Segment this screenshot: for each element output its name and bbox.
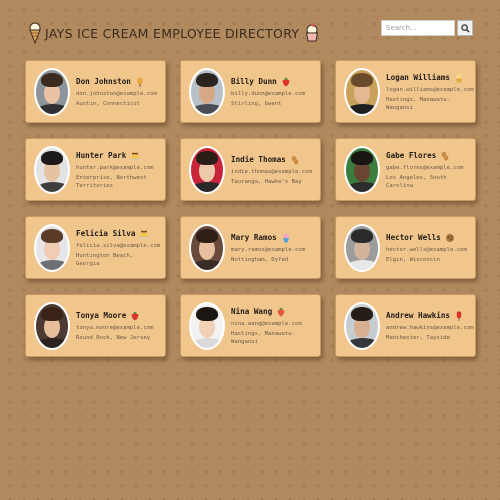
employee-email: gabe.flores@example.com (386, 164, 464, 171)
avatar (344, 145, 380, 194)
employee-location: Round Rock, New Jersey (76, 334, 151, 341)
peanut-icon (441, 151, 449, 160)
cookie-icon (445, 233, 454, 242)
employee-email: don.johnston@example.com (76, 90, 157, 97)
employee-name: Logan Williams (386, 73, 451, 82)
employee-name: Mary Ramos (231, 233, 277, 242)
employee-card[interactable]: Hunter Park hunter.park@example.com Ente… (25, 138, 166, 201)
avatar (189, 223, 225, 272)
avatar (34, 67, 70, 116)
employee-location: Stirling, Gwent (231, 100, 282, 107)
custard-icon (130, 152, 140, 160)
avatar (34, 301, 70, 350)
employee-name: Felicia Silva (76, 229, 136, 238)
employee-card[interactable]: Don Johnston don.johnston@example.com Au… (25, 60, 166, 123)
avatar (34, 145, 70, 194)
sundae-icon (456, 73, 463, 82)
page-title: JAYS ICE CREAM EMPLOYEE DIRECTORY (45, 25, 300, 41)
employee-grid: Don Johnston don.johnston@example.com Au… (25, 60, 476, 357)
search-icon (460, 23, 470, 33)
employee-email: indie.thomas@example.com (231, 168, 312, 175)
employee-name: Hector Wells (386, 233, 441, 242)
search-button[interactable] (457, 20, 473, 36)
peanut-icon (291, 155, 299, 164)
ice-pop-icon (456, 311, 462, 321)
employee-email: hunter.park@example.com (76, 164, 154, 171)
employee-card[interactable]: Mary Ramos mary.ramos@example.com Nottin… (180, 216, 321, 279)
employee-name: Tonya Moore (76, 311, 127, 320)
employee-name: Andrew Hawkins (386, 311, 451, 320)
employee-name: Billy Dunn (231, 77, 277, 86)
avatar (344, 67, 380, 116)
employee-location: Hastings, Manawatu-Wanganui (231, 330, 295, 345)
custard-icon (139, 230, 149, 238)
employee-card[interactable]: Tonya Moore tonya.moore@example.com Roun… (25, 294, 166, 357)
employee-card[interactable]: Hector Wells hector.wells@example.com El… (335, 216, 476, 279)
employee-location: Hastings, Manawatu-Wanganui (386, 96, 450, 111)
employee-location: Elgin, Wisconsin (386, 256, 440, 263)
employee-email: logan.williams@example.com (386, 86, 474, 93)
ice-cream-cup-icon (306, 23, 319, 42)
employee-name: Indie Thomas (231, 155, 286, 164)
employee-email: andrew.hawkins@example.com (386, 324, 474, 331)
employee-card[interactable]: Andrew Hawkins andrew.hawkins@example.co… (335, 294, 476, 357)
employee-card[interactable]: Logan Williams logan.williams@example.co… (335, 60, 476, 123)
employee-location: Manchester, Tayside (386, 334, 450, 341)
employee-email: mary.ramos@example.com (231, 246, 306, 253)
ice-cream-cup-icon (282, 233, 289, 242)
avatar (344, 301, 380, 350)
strawberry-icon (131, 311, 139, 320)
avatar (189, 301, 225, 350)
employee-email: felicia.silva@example.com (76, 242, 161, 249)
employee-location: Huntington Beach, Georgia (76, 252, 134, 267)
strawberry-icon (277, 307, 285, 316)
strawberry-icon (282, 77, 290, 86)
employee-email: billy.dunn@example.com (231, 90, 306, 97)
employee-name: Gabe Flores (386, 151, 437, 160)
employee-card[interactable]: Felicia Silva felicia.silva@example.com … (25, 216, 166, 279)
employee-name: Hunter Park (76, 151, 127, 160)
avatar (34, 223, 70, 272)
employee-location: Los Angeles, South Carolina (386, 174, 447, 189)
ice-cream-bar-icon (137, 77, 143, 87)
avatar (189, 67, 225, 116)
avatar (344, 223, 380, 272)
employee-email: hector.wells@example.com (386, 246, 467, 253)
employee-card[interactable]: Gabe Flores gabe.flores@example.com Los … (335, 138, 476, 201)
search-bar (381, 20, 473, 36)
ice-cream-cone-icon (29, 22, 41, 44)
employee-card[interactable]: Nina Wang nina.wang@example.com Hastings… (180, 294, 321, 357)
employee-location: Tauranga, Hawke's Bay (231, 178, 302, 185)
employee-email: nina.wang@example.com (231, 320, 302, 327)
employee-location: Nottingham, Dyfed (231, 256, 289, 263)
search-input[interactable] (381, 20, 455, 36)
employee-location: Enterprise, Northwest Territories (76, 174, 147, 189)
employee-card[interactable]: Billy Dunn billy.dunn@example.com Stirli… (180, 60, 321, 123)
employee-name: Don Johnston (76, 77, 131, 86)
employee-name: Nina Wang (231, 307, 273, 316)
employee-card[interactable]: Indie Thomas indie.thomas@example.com Ta… (180, 138, 321, 201)
avatar (189, 145, 225, 194)
employee-location: Austin, Connecticut (76, 100, 140, 107)
employee-email: tonya.moore@example.com (76, 324, 154, 331)
header: JAYS ICE CREAM EMPLOYEE DIRECTORY (28, 20, 319, 46)
